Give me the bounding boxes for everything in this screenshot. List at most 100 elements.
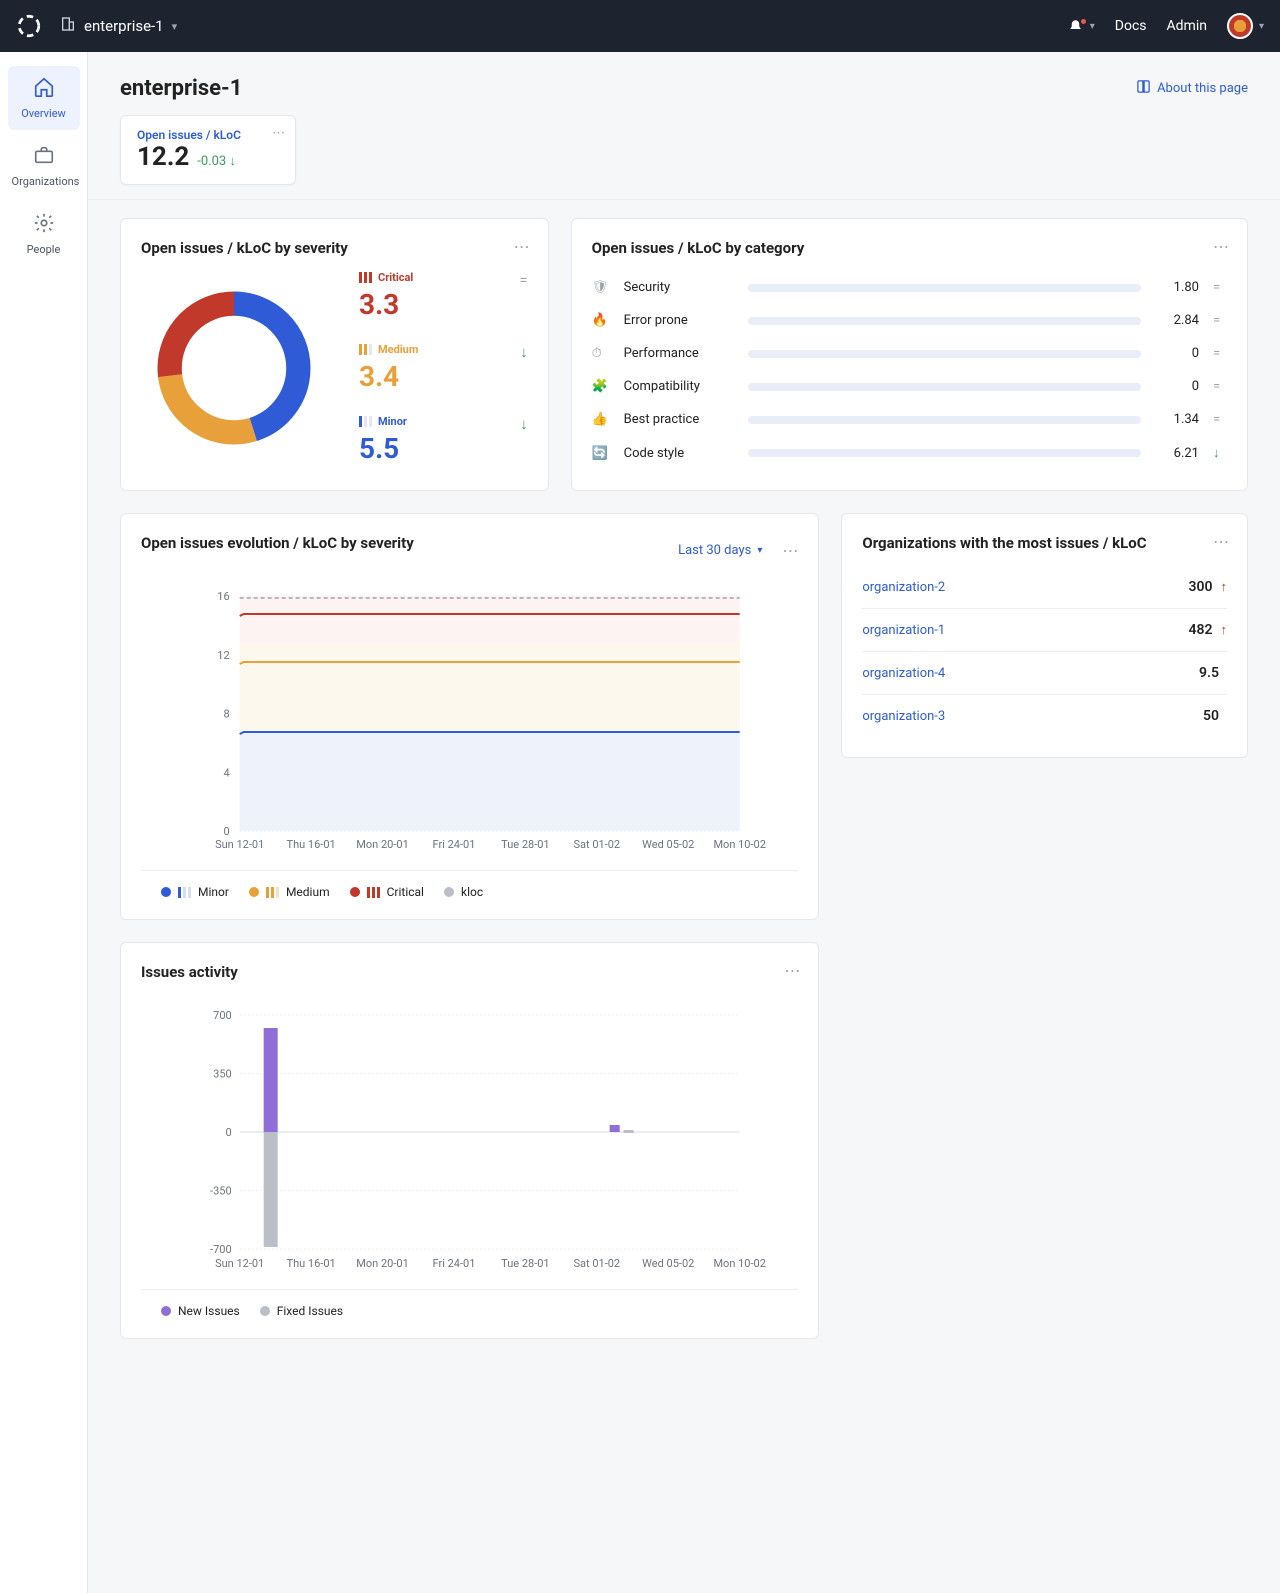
svg-text:Thu 16-01: Thu 16-01 (287, 1257, 336, 1270)
topbar-right: ▾ Docs Admin ▾ (1068, 13, 1264, 39)
trend-neutral-icon: = (1213, 313, 1227, 328)
period-selector[interactable]: Last 30 days ▾ (678, 543, 762, 558)
avatar-icon (1227, 13, 1253, 39)
category-row: 🧩Compatibility0= (592, 370, 1227, 403)
svg-text:-700: -700 (210, 1243, 232, 1256)
category-value: 0 (1155, 346, 1199, 361)
category-row: 🛡Security1.80= (592, 271, 1227, 304)
card-menu[interactable]: ⋯ (784, 961, 800, 980)
svg-text:Mon 20-01: Mon 20-01 (356, 838, 408, 851)
category-name: Error prone (624, 313, 734, 328)
logo-icon[interactable] (16, 13, 42, 39)
legend-label: kloc (461, 885, 483, 899)
category-value: 0 (1155, 379, 1199, 394)
flame-icon: 🔥 (592, 313, 610, 328)
legend-label: Critical (387, 885, 424, 899)
gear-icon (12, 212, 76, 239)
card-menu[interactable]: ⋯ (782, 541, 798, 560)
svg-text:Sun 12-01: Sun 12-01 (215, 838, 264, 851)
card-menu[interactable]: ⋯ (1213, 532, 1229, 551)
sidebar-item-organizations[interactable]: Organizations (8, 134, 80, 198)
svg-text:0: 0 (225, 1126, 231, 1139)
trend-down-icon: ↓ (1213, 445, 1227, 461)
category-row: 🔄Code style6.21↓ (592, 436, 1227, 470)
org-value: 300 (1189, 579, 1213, 595)
org-row: organization-49.5 (862, 652, 1227, 695)
admin-link[interactable]: Admin (1167, 18, 1207, 34)
trend-up-icon: ↑ (1221, 622, 1228, 638)
svg-text:8: 8 (223, 708, 229, 721)
severity-donut-chart (149, 283, 319, 453)
svg-text:0: 0 (223, 825, 229, 838)
org-link[interactable]: organization-2 (862, 580, 1188, 595)
category-card: ⋯ Open issues / kLoC by category 🛡Securi… (571, 218, 1248, 491)
evolution-legend: Minor Medium Critical kloc (141, 870, 798, 899)
kpi-card[interactable]: ⋯ Open issues / kLoC 12.2 -0.03 ↓ (120, 115, 296, 185)
severity-value: 5.5 (359, 432, 520, 465)
sidebar-item-people[interactable]: People (8, 202, 80, 266)
svg-text:Mon 10-02: Mon 10-02 (713, 1257, 765, 1270)
severity-card: ⋯ Open issues / kLoC by severity (120, 218, 549, 491)
severity-item-minor: Minor 5.5 ↓ (359, 415, 528, 465)
severity-label: Medium (378, 343, 418, 356)
severity-label: Minor (378, 415, 407, 428)
breadcrumb[interactable]: enterprise-1 ▾ (60, 16, 177, 36)
trend-down-icon: ↓ (520, 343, 528, 361)
severity-value: 3.3 (359, 288, 519, 321)
org-link[interactable]: organization-4 (862, 666, 1199, 681)
loop-icon: 🔄 (592, 446, 610, 461)
card-menu[interactable]: ⋯ (1213, 237, 1229, 256)
org-link[interactable]: organization-1 (862, 623, 1188, 638)
category-name: Best practice (624, 412, 734, 427)
severity-label: Critical (378, 271, 413, 284)
category-bar (748, 416, 1141, 424)
kpi-value: 12.2 (137, 142, 189, 172)
severity-value: 3.4 (359, 360, 520, 393)
card-title: Open issues / kLoC by severity (141, 239, 528, 257)
svg-text:12: 12 (217, 649, 229, 662)
about-link[interactable]: About this page (1136, 79, 1248, 98)
svg-text:Mon 10-02: Mon 10-02 (713, 838, 765, 851)
org-row: organization-2300↑ (862, 566, 1227, 609)
briefcase-icon (12, 144, 76, 171)
svg-text:16: 16 (217, 590, 229, 603)
org-row: organization-350 (862, 695, 1227, 737)
svg-text:Thu 16-01: Thu 16-01 (287, 838, 336, 851)
kpi-delta: -0.03 ↓ (197, 153, 236, 169)
card-title: Issues activity (141, 963, 798, 981)
category-bar (748, 383, 1141, 391)
org-row: organization-1482 ↑ (862, 609, 1227, 652)
chevron-down-icon: ▾ (1259, 21, 1264, 32)
card-menu[interactable]: ⋯ (272, 126, 285, 141)
trend-down-icon: ↓ (520, 415, 528, 433)
topbar: enterprise-1 ▾ ▾ Docs Admin ▾ (0, 0, 1280, 52)
org-link[interactable]: organization-3 (862, 709, 1203, 724)
card-title: Open issues / kLoC by category (592, 239, 1227, 257)
svg-text:Sat 01-02: Sat 01-02 (574, 1257, 621, 1270)
sidebar-item-overview[interactable]: Overview (8, 66, 80, 130)
home-icon (12, 76, 76, 103)
category-name: Performance (624, 346, 734, 361)
svg-text:Wed 05-02: Wed 05-02 (642, 838, 694, 851)
activity-card: ⋯ Issues activity -700-3500350700 Sun 12… (120, 942, 819, 1339)
card-menu[interactable]: ⋯ (514, 237, 530, 256)
svg-text:Tue 28-01: Tue 28-01 (501, 838, 549, 851)
user-menu[interactable]: ▾ (1227, 13, 1264, 39)
trend-neutral-icon: = (1213, 412, 1227, 427)
svg-text:Tue 28-01: Tue 28-01 (501, 1257, 549, 1270)
category-name: Compatibility (624, 379, 734, 394)
category-value: 6.21 (1155, 446, 1199, 461)
org-value: 482 (1189, 622, 1213, 638)
docs-link[interactable]: Docs (1115, 18, 1147, 34)
page-header: enterprise-1 About this page (88, 52, 1280, 109)
category-bar (748, 449, 1141, 457)
page-title: enterprise-1 (120, 76, 242, 101)
notifications-button[interactable]: ▾ (1068, 19, 1095, 34)
shield-icon: 🛡 (592, 280, 610, 295)
category-row: 👍Best practice1.34= (592, 403, 1227, 436)
svg-text:Fri 24-01: Fri 24-01 (433, 838, 476, 851)
category-value: 1.34 (1155, 412, 1199, 427)
svg-text:Sat 01-02: Sat 01-02 (574, 838, 621, 851)
category-bar (748, 317, 1141, 325)
book-icon (1136, 79, 1151, 98)
